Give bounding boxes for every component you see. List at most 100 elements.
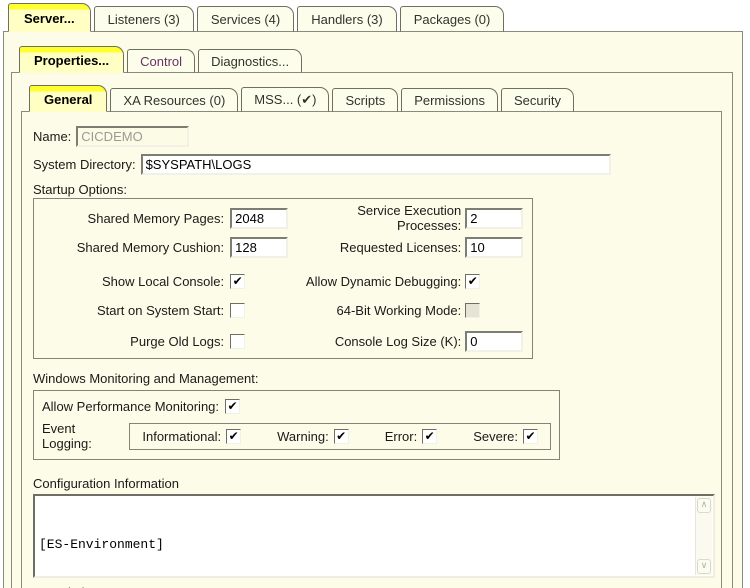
64-bit-working-mode-label: 64-Bit Working Mode:	[291, 303, 461, 318]
tab-services[interactable]: Services (4)	[197, 6, 294, 32]
show-local-console-checkbox[interactable]: ✔	[230, 274, 245, 289]
tab-security[interactable]: Security	[501, 88, 574, 112]
tab-permissions[interactable]: Permissions	[401, 88, 498, 112]
tab-scripts[interactable]: Scripts	[332, 88, 398, 112]
check-icon: ✔	[466, 275, 479, 287]
error-checkbox[interactable]: ✔	[422, 429, 437, 444]
allow-dynamic-debugging-checkbox[interactable]: ✔	[465, 274, 480, 289]
startup-row-3: Show Local Console: ✔ Allow Dynamic Debu…	[40, 272, 526, 290]
tab-listeners-label: Listeners (3)	[108, 12, 180, 27]
tab-mss[interactable]: MSS... (✔)	[241, 87, 329, 112]
scrollbar[interactable]: ∧ ∨	[695, 497, 712, 575]
name-label: Name:	[33, 129, 71, 144]
tab-control[interactable]: Control	[127, 49, 195, 73]
general-pane: Name: System Directory: Startup Options:…	[21, 111, 722, 588]
tab-properties[interactable]: Properties...	[19, 46, 124, 73]
check-icon: ✔	[524, 430, 537, 442]
start-on-system-start-checkbox[interactable]	[230, 303, 245, 318]
service-execution-processes-label: Service Execution Processes:	[291, 203, 461, 233]
system-directory-input[interactable]	[141, 154, 611, 175]
severe-checkbox[interactable]: ✔	[523, 429, 538, 444]
startup-row-1: Shared Memory Pages: Service Execution P…	[40, 207, 526, 229]
startup-row-2: Shared Memory Cushion: Requested License…	[40, 236, 526, 258]
tab-general[interactable]: General	[29, 85, 107, 112]
startup-row-4: Start on System Start: 64-Bit Working Mo…	[40, 301, 526, 319]
check-icon: ✔	[227, 430, 240, 442]
check-icon: ✔	[335, 430, 348, 442]
check-icon: ✔	[231, 275, 244, 287]
requested-licenses-label: Requested Licenses:	[291, 240, 461, 255]
properties-pane: General XA Resources (0) MSS... (✔) Scri…	[11, 72, 733, 588]
scroll-up-button[interactable]: ∧	[697, 498, 711, 513]
tab-diagnostics[interactable]: Diagnostics...	[198, 49, 302, 73]
service-execution-processes-input[interactable]	[465, 208, 523, 229]
shared-memory-cushion-input[interactable]	[230, 237, 288, 258]
tab-server[interactable]: Server...	[8, 3, 91, 32]
shared-memory-cushion-label: Shared Memory Cushion:	[40, 240, 224, 255]
tab-diagnostics-label: Diagnostics...	[211, 54, 289, 69]
event-severe: Severe: ✔	[473, 429, 538, 444]
informational-checkbox[interactable]: ✔	[226, 429, 241, 444]
tab-packages[interactable]: Packages (0)	[400, 6, 505, 32]
tab-control-label: Control	[140, 54, 182, 69]
startup-options-box: Shared Memory Pages: Service Execution P…	[33, 198, 533, 359]
server-tab-bar: Server... Listeners (3) Services (4) Han…	[0, 0, 750, 32]
name-row: Name:	[33, 125, 713, 147]
shared-memory-pages-label: Shared Memory Pages:	[40, 211, 224, 226]
console-log-size-input[interactable]	[465, 331, 523, 352]
configuration-text: [ES-Environment] SYSPATH=D:DEMO2ES_CICS …	[35, 496, 713, 588]
server-section-tab-bar: Properties... Control Diagnostics...	[11, 46, 733, 73]
tab-handlers-label: Handlers (3)	[311, 12, 383, 27]
event-warning: Warning: ✔	[277, 429, 349, 444]
purge-old-logs-label: Purge Old Logs:	[40, 334, 224, 349]
requested-licenses-input[interactable]	[465, 237, 523, 258]
check-icon: ✔	[423, 430, 436, 442]
event-error: Error: ✔	[385, 429, 438, 444]
system-directory-row: System Directory:	[33, 153, 713, 175]
console-log-size-label: Console Log Size (K):	[291, 334, 461, 349]
scroll-down-button[interactable]: ∨	[697, 559, 711, 574]
startup-row-5: Purge Old Logs: Console Log Size (K):	[40, 330, 526, 352]
tab-listeners[interactable]: Listeners (3)	[94, 6, 194, 32]
tab-general-label: General	[44, 92, 92, 107]
configuration-information-title: Configuration Information	[33, 476, 713, 491]
chevron-up-icon: ∧	[701, 500, 708, 510]
tab-scripts-label: Scripts	[345, 93, 385, 108]
config-line: [ES-Environment]	[39, 535, 691, 554]
shared-memory-pages-input[interactable]	[230, 208, 288, 229]
allow-dynamic-debugging-label: Allow Dynamic Debugging:	[291, 274, 461, 289]
tab-xa-resources-label: XA Resources (0)	[123, 93, 225, 108]
configuration-information-textarea[interactable]: [ES-Environment] SYSPATH=D:DEMO2ES_CICS …	[33, 494, 715, 578]
tab-xa-resources[interactable]: XA Resources (0)	[110, 88, 238, 112]
name-input	[76, 126, 189, 147]
error-label: Error:	[385, 429, 418, 444]
event-logging-row: Event Logging: Informational: ✔ Warning:…	[42, 421, 551, 451]
event-logging-label: Event Logging:	[42, 421, 121, 451]
start-on-system-start-label: Start on System Start:	[40, 303, 224, 318]
allow-performance-monitoring-checkbox[interactable]: ✔	[225, 399, 240, 414]
check-icon: ✔	[226, 400, 239, 412]
tab-packages-label: Packages (0)	[414, 12, 491, 27]
informational-label: Informational:	[142, 429, 221, 444]
tab-services-label: Services (4)	[211, 12, 280, 27]
system-directory-label: System Directory:	[33, 157, 136, 172]
monitoring-title: Windows Monitoring and Management:	[33, 371, 713, 386]
server-pane: Properties... Control Diagnostics... Gen…	[3, 31, 743, 588]
monitoring-box: Allow Performance Monitoring: ✔ Event Lo…	[33, 390, 560, 460]
tab-handlers[interactable]: Handlers (3)	[297, 6, 397, 32]
purge-old-logs-checkbox[interactable]	[230, 334, 245, 349]
startup-options-title: Startup Options:	[33, 182, 713, 197]
warning-checkbox[interactable]: ✔	[334, 429, 349, 444]
properties-section-tab-bar: General XA Resources (0) MSS... (✔) Scri…	[21, 85, 722, 112]
tab-server-label: Server...	[24, 11, 75, 26]
performance-monitoring-row: Allow Performance Monitoring: ✔	[42, 397, 551, 415]
tab-security-label: Security	[514, 93, 561, 108]
64-bit-working-mode-checkbox	[465, 303, 480, 318]
show-local-console-label: Show Local Console:	[40, 274, 224, 289]
event-logging-box: Informational: ✔ Warning: ✔ Error: ✔	[129, 423, 551, 450]
allow-performance-monitoring-label: Allow Performance Monitoring:	[42, 399, 219, 414]
enterprise-server-admin-page: Server... Listeners (3) Services (4) Han…	[0, 0, 750, 588]
tab-permissions-label: Permissions	[414, 93, 485, 108]
tab-properties-label: Properties...	[34, 53, 109, 68]
event-informational: Informational: ✔	[142, 429, 241, 444]
